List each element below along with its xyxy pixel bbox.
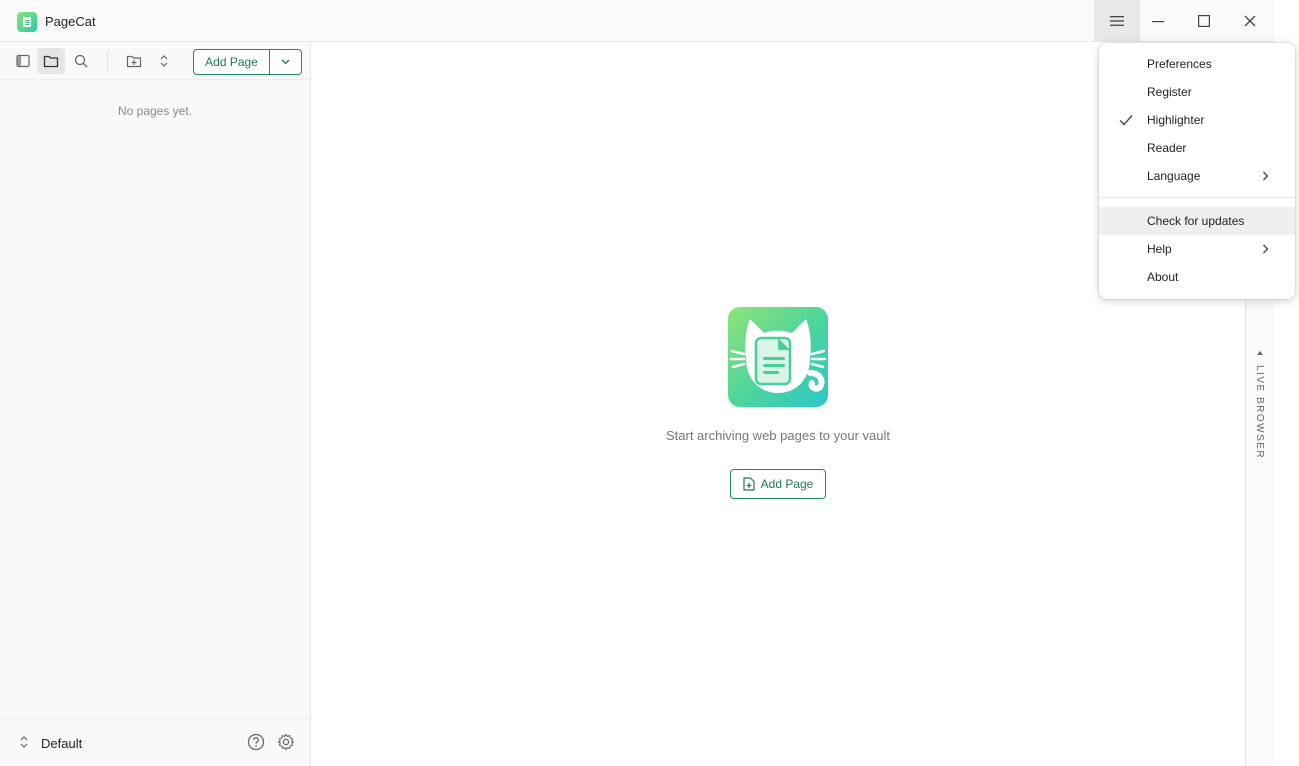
empty-state-tagline: Start archiving web pages to your vault: [665, 428, 890, 443]
main-menu-button[interactable]: [1094, 0, 1140, 42]
checkmark-icon: [1119, 115, 1133, 126]
menu-item-label: Preferences: [1147, 57, 1212, 71]
help-button[interactable]: [246, 732, 266, 752]
new-folder-icon: [126, 55, 142, 68]
menu-divider: [1099, 197, 1295, 198]
document-plus-icon: [743, 477, 755, 491]
sidebar-toolbar: Add Page: [0, 42, 310, 80]
settings-button[interactable]: [276, 732, 296, 752]
menu-item-language[interactable]: Language: [1099, 162, 1295, 190]
new-folder-button[interactable]: [120, 48, 148, 74]
menu-item-label: Register: [1147, 85, 1192, 99]
add-page-dropdown-button[interactable]: [270, 50, 301, 74]
main-menu-dropdown: Preferences Register Highlighter Reader …: [1099, 43, 1295, 299]
menu-item-label: Highlighter: [1147, 113, 1205, 127]
menu-item-check-updates[interactable]: Check for updates: [1099, 207, 1295, 235]
app-window: PageCat Add Page No pages yet. Default S…: [0, 0, 1274, 766]
sidebar: Add Page No pages yet. Default: [0, 42, 311, 766]
folders-view-button[interactable]: [37, 48, 65, 74]
help-icon: [247, 733, 265, 751]
title-bar: PageCat: [0, 0, 1274, 42]
maximize-icon: [1198, 15, 1210, 27]
menu-item-highlighter[interactable]: Highlighter: [1099, 106, 1295, 134]
menu-item-preferences[interactable]: Preferences: [1099, 50, 1295, 78]
hamburger-icon: [1110, 16, 1124, 26]
menu-item-reader[interactable]: Reader: [1099, 134, 1295, 162]
close-icon: [1244, 15, 1256, 27]
chevron-right-icon: [1263, 171, 1269, 181]
add-page-button[interactable]: Add Page: [194, 50, 270, 74]
empty-pages-text: No pages yet.: [117, 104, 193, 118]
add-page-split-button: Add Page: [193, 49, 302, 75]
menu-item-label: About: [1147, 270, 1179, 284]
search-button[interactable]: [67, 48, 95, 74]
menu-item-label: Check for updates: [1147, 214, 1245, 228]
menu-item-label: Help: [1147, 242, 1172, 256]
add-page-main-label: Add Page: [760, 477, 814, 491]
toolbar-divider: [107, 51, 108, 71]
updown-icon[interactable]: [19, 735, 29, 749]
sidebar-footer: Default: [0, 718, 310, 766]
live-browser-label: LIVE BROWSER: [1254, 365, 1265, 460]
folder-icon: [43, 55, 59, 68]
sort-button[interactable]: [150, 48, 178, 74]
gear-icon: [277, 733, 295, 751]
maximize-button[interactable]: [1181, 0, 1227, 42]
vault-selector[interactable]: Default: [41, 736, 82, 751]
sidebar-toggle-icon: [16, 54, 30, 68]
menu-item-label: Reader: [1147, 141, 1187, 155]
chevron-right-icon: [1263, 244, 1269, 254]
menu-item-help[interactable]: Help: [1099, 235, 1295, 263]
caret-up-icon: [1257, 351, 1263, 355]
minimize-button[interactable]: [1135, 0, 1181, 42]
sidebar-toggle-button[interactable]: [9, 48, 37, 74]
search-icon: [74, 54, 88, 68]
menu-item-about[interactable]: About: [1099, 263, 1295, 291]
close-button[interactable]: [1227, 0, 1273, 42]
app-title: PageCat: [45, 14, 96, 29]
menu-item-label: Language: [1147, 169, 1201, 183]
app-logo-icon: [17, 12, 37, 32]
minimize-icon: [1152, 21, 1164, 23]
pagecat-logo-icon: [728, 307, 828, 407]
sort-icon: [160, 55, 168, 67]
menu-item-register[interactable]: Register: [1099, 78, 1295, 106]
chevron-down-icon: [281, 59, 290, 65]
add-page-main-button[interactable]: Add Page: [730, 469, 826, 499]
